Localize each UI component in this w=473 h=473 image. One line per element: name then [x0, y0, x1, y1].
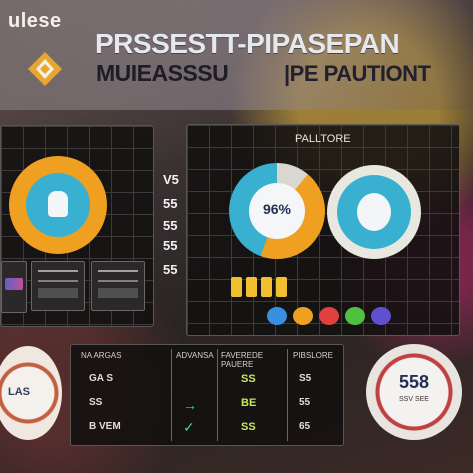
color-dot-blue[interactable] [267, 307, 287, 325]
color-dot-orange[interactable] [293, 307, 313, 325]
stat-tile-2[interactable] [91, 261, 145, 311]
center-donut-right [327, 165, 421, 259]
table-row[interactable]: ✓ B VEM SS 65 [71, 417, 343, 439]
check-icon: ✓ [183, 419, 195, 435]
center-donut-left-value: 96% [262, 201, 292, 217]
table-header-1: NA ARGAS [81, 351, 122, 360]
right-badge[interactable]: 558 SSV SEE [366, 344, 462, 440]
bar-2 [246, 277, 257, 297]
left-donut [9, 156, 107, 254]
brand-name: ulese [8, 10, 62, 32]
user-icon [48, 191, 68, 217]
left-badge[interactable]: LAS [0, 346, 62, 440]
table-header-3: FAVEREDE PAUERE [221, 351, 264, 369]
right-badge-label: SSV SEE [399, 396, 429, 403]
bar-1 [231, 277, 242, 297]
bar-4 [276, 277, 287, 297]
side-label-3: 55 [163, 218, 178, 233]
color-dot-green[interactable] [345, 307, 365, 325]
center-panel: PALLTORE 96% [186, 124, 460, 336]
page-title: PRSSESTT-PIPASEPAN [95, 28, 400, 59]
stat-tile-1[interactable] [31, 261, 85, 311]
color-dot-purple[interactable] [371, 307, 391, 325]
center-panel-title: PALLTORE [295, 133, 351, 145]
bar-3 [261, 277, 272, 297]
bottom-table: NA ARGAS ADVANSA FAVEREDE PAUERE PIBSLOR… [70, 344, 344, 446]
color-dot-red[interactable] [319, 307, 339, 325]
center-donut-left: 96% [229, 163, 325, 259]
table-header-2: ADVANSA [176, 351, 214, 360]
card-icon[interactable] [1, 261, 27, 313]
side-label-1: V5 [163, 172, 179, 187]
right-badge-value: 558 [398, 372, 430, 392]
side-label-4: 55 [163, 238, 178, 253]
app-logo-icon[interactable] [26, 50, 64, 88]
left-panel [0, 125, 154, 327]
page-subtitle-secondary: |PE PAUTIONT [284, 61, 431, 86]
table-header-4: PIBSLORE [293, 351, 334, 360]
side-label-2: 55 [163, 196, 178, 211]
table-row[interactable]: → SS BE 55 [71, 393, 343, 415]
side-label-5: 55 [163, 262, 178, 277]
page-subtitle: MUIEASSSU [96, 60, 229, 86]
bottle-icon [357, 193, 391, 231]
arrow-right-icon: → [183, 397, 197, 413]
table-row[interactable]: GA S SS S5 [71, 369, 343, 391]
